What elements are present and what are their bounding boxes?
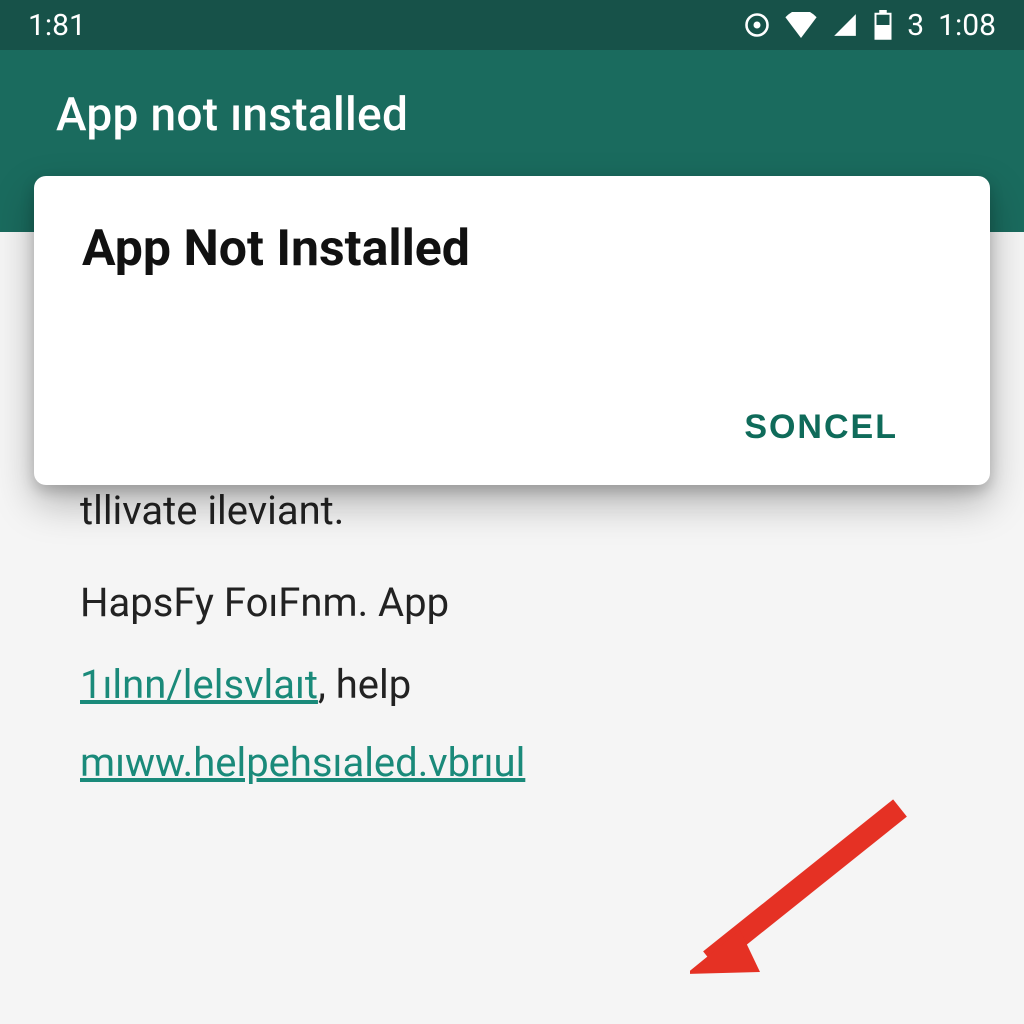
signal-icon bbox=[831, 12, 859, 38]
link-line-1: 1ılnn/lelsvlaıt, help bbox=[80, 658, 944, 712]
alert-dialog: App Not Installed SONCEL bbox=[34, 176, 990, 485]
battery-icon bbox=[873, 10, 893, 40]
dialog-confirm-button[interactable]: SONCEL bbox=[740, 398, 902, 457]
wifi-icon bbox=[785, 12, 817, 38]
help-link-1[interactable]: 1ılnn/lelsvlaıt bbox=[80, 661, 318, 708]
help-link-1-suffix: , help bbox=[318, 661, 411, 708]
status-time-left: 1:81 bbox=[28, 8, 86, 43]
link-line-2: mıww.helpehsıaled.vbrıul bbox=[80, 736, 944, 790]
body-subheading: HapsFy FoıFnm. App bbox=[80, 576, 944, 630]
help-link-2[interactable]: mıww.helpehsıaled.vbrıul bbox=[80, 739, 525, 786]
dialog-actions: SONCEL bbox=[82, 398, 942, 457]
page-title: App not ınstalled bbox=[56, 88, 968, 142]
status-battery-text: 3 bbox=[907, 8, 924, 43]
sync-icon bbox=[743, 11, 771, 39]
status-time-right: 1:08 bbox=[938, 8, 996, 43]
status-bar: 1:81 3 1:08 bbox=[0, 0, 1024, 50]
dialog-title: App Not Installed bbox=[82, 220, 942, 278]
body-line-3: tllivate ileviant. bbox=[80, 484, 944, 538]
status-right-cluster: 3 1:08 bbox=[743, 8, 996, 43]
